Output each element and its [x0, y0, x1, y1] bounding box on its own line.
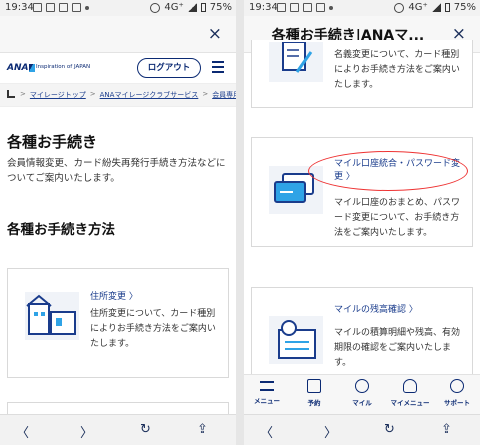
page-title: 各種お手続き	[7, 133, 98, 151]
address-change-link[interactable]: 住所変更 〉	[90, 289, 138, 302]
forward-icon[interactable]: 〉	[324, 422, 337, 441]
section-title: 各種お手続き方法	[7, 222, 115, 238]
battery-label: 75%	[209, 2, 232, 13]
reload-icon[interactable]: ↻	[384, 422, 395, 437]
close-button[interactable]: ×	[208, 25, 222, 43]
logout-button[interactable]: ログアウト	[137, 58, 201, 78]
right-screen: 19:34 4G⁺ 75% 各種お手続き|ANAマ... × 名義変更について、…	[244, 0, 480, 445]
ana-logo-mark	[29, 64, 35, 72]
signal-icon	[187, 3, 197, 12]
house-icon	[25, 292, 79, 340]
screen-divider	[236, 0, 244, 445]
gallery-icon	[316, 3, 325, 12]
photo-icon	[277, 3, 286, 12]
status-time: 19:34	[249, 2, 278, 13]
browser-nav-bar: 〈 〉 ↻ ⇪	[0, 414, 236, 445]
network-label: 4G⁺	[164, 2, 184, 13]
image-icon	[290, 3, 299, 12]
notification-icon	[59, 3, 68, 12]
name-change-desc: 名義変更について、カード種別によりお手続き方法をご案内いたします。	[334, 50, 460, 90]
address-change-desc: 住所変更について、カード種別によりお手続き方法をご案内いたします。	[90, 309, 216, 349]
document-pen-icon	[269, 41, 323, 82]
photo-icon	[33, 3, 42, 12]
gallery-icon	[72, 3, 81, 12]
tab-menu[interactable]: メニュー	[247, 379, 287, 405]
status-bar: 19:34 4G⁺ 75%	[244, 0, 480, 16]
battery-label: 75%	[453, 2, 476, 13]
left-screen: 19:34 4G⁺ 75% × ANA Inspiration of JAPAN…	[0, 0, 236, 445]
brand-tagline: Inspiration of JAPAN	[36, 64, 91, 70]
share-icon[interactable]: ⇪	[197, 422, 208, 437]
app-tab-bar: メニュー 予約 マイル マイメニュー サポート	[244, 374, 480, 415]
network-label: 4G⁺	[408, 2, 428, 13]
notification-icon	[303, 3, 312, 12]
browser-nav-bar: 〈 〉 ↻ ⇪	[244, 414, 480, 445]
back-icon[interactable]: 〈	[16, 422, 29, 441]
more-notifications-icon	[85, 6, 89, 10]
status-time: 19:34	[5, 2, 34, 13]
ana-logo[interactable]: ANA	[7, 63, 28, 73]
mile-balance-card[interactable]: マイルの残高確認 〉 マイルの積算明細や残高、有効期限の確認をご案内いたします。	[251, 287, 473, 377]
mile-balance-link[interactable]: マイルの残高確認 〉	[334, 304, 464, 317]
home-icon[interactable]	[7, 90, 15, 98]
site-header: ANA Inspiration of JAPAN ログアウト	[0, 53, 236, 84]
battery-icon	[200, 3, 206, 12]
breadcrumb: > マイレージトップ > ANAマイレージクラブサービス > 会員専用	[0, 84, 236, 107]
name-change-card[interactable]: 名義変更について、カード種別によりお手続き方法をご案内いたします。	[251, 40, 473, 108]
page-lead: 会員情報変更、カード紛失再発行手続き方法などについてご案内いたします。	[7, 158, 226, 184]
address-change-card[interactable]: 住所変更 〉 住所変更について、カード種別によりお手続き方法をご案内いたします。	[7, 268, 229, 378]
tab-reserve[interactable]: 予約	[294, 379, 334, 407]
mile-balance-desc: マイルの積算明細や残高、有効期限の確認をご案内いたします。	[334, 328, 461, 368]
breadcrumb-mileage-top[interactable]: マイレージトップ	[30, 90, 86, 100]
reload-icon[interactable]: ↻	[140, 422, 151, 437]
statement-icon	[269, 316, 323, 364]
alarm-icon	[150, 2, 161, 13]
highlight-annotation	[308, 151, 468, 191]
tab-support[interactable]: サポート	[437, 379, 477, 407]
next-card[interactable]	[7, 402, 229, 414]
battery-icon	[444, 3, 450, 12]
webview-top-bar: ×	[0, 16, 236, 53]
forward-icon[interactable]: 〉	[80, 422, 93, 441]
breadcrumb-member[interactable]: 会員専用	[212, 90, 236, 100]
share-icon[interactable]: ⇪	[441, 422, 452, 437]
breadcrumb-amc-service[interactable]: ANAマイレージクラブサービス	[100, 90, 199, 100]
menu-icon	[260, 381, 274, 391]
mile-coin-icon	[355, 379, 369, 393]
status-bar: 19:34 4G⁺ 75%	[0, 0, 236, 16]
more-notifications-icon	[329, 6, 333, 10]
signal-icon	[431, 3, 441, 12]
calendar-icon	[307, 379, 321, 393]
alarm-icon	[394, 2, 405, 13]
user-icon	[403, 379, 417, 393]
question-icon	[450, 379, 464, 393]
back-icon[interactable]: 〈	[260, 422, 273, 441]
tab-mile[interactable]: マイル	[342, 379, 382, 407]
account-merge-desc: マイル口座のおまとめ、パスワード変更について、お手続き方法をご案内いたします。	[334, 198, 461, 238]
image-icon	[46, 3, 55, 12]
hamburger-menu-icon[interactable]	[212, 61, 224, 76]
tab-my-menu[interactable]: マイメニュー	[390, 379, 430, 407]
